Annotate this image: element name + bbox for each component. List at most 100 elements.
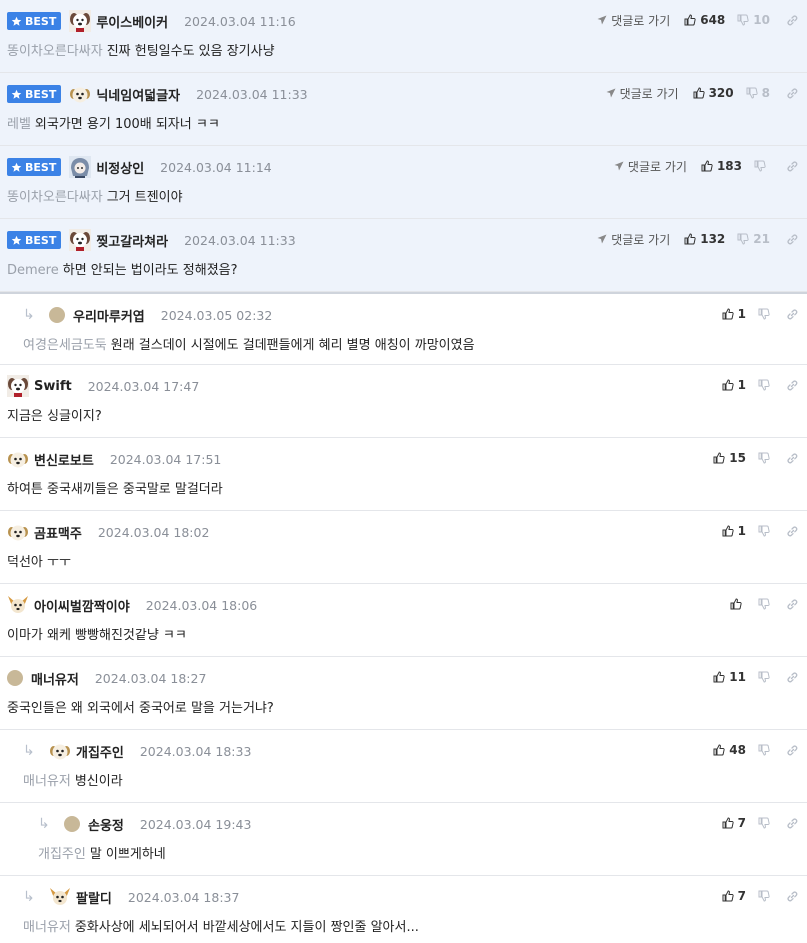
downvote-button[interactable]	[758, 308, 770, 320]
user-nickname[interactable]: 개집주인	[76, 742, 124, 761]
share-link-icon[interactable]	[786, 233, 799, 246]
send-icon	[597, 15, 607, 25]
comment-body: 레벨 외국가면 용기 100배 되자너 ㅋㅋ	[7, 113, 220, 132]
user-nickname[interactable]: 루이스베이커	[96, 12, 168, 31]
user-nickname[interactable]: 아이씨벌깜짝이야	[34, 596, 130, 615]
upvote-button[interactable]: 15	[713, 451, 746, 465]
puppy-avatar-icon[interactable]	[7, 448, 29, 470]
comment-actions: 댓글로 가기 132 21	[597, 228, 799, 250]
downvote-button[interactable]	[758, 525, 770, 537]
upvote-count: 7	[737, 816, 746, 830]
comment-meta: 매너유저 2024.03.04 18:27	[7, 667, 206, 689]
downvote-button[interactable]	[754, 160, 770, 172]
downvote-button[interactable]	[758, 452, 770, 464]
share-link-icon[interactable]	[786, 14, 799, 27]
upvote-button[interactable]: 1	[722, 378, 746, 392]
anime-avatar-icon[interactable]	[69, 156, 92, 178]
downvote-button[interactable]: 21	[737, 232, 770, 246]
upvote-button[interactable]: 648	[684, 13, 725, 27]
upvote-button[interactable]: 11	[713, 670, 746, 684]
upvote-button[interactable]: 7	[722, 889, 746, 903]
share-link-icon[interactable]	[786, 525, 799, 538]
share-link-icon[interactable]	[786, 87, 799, 100]
best-badge: BEST	[7, 12, 62, 30]
upvote-button[interactable]: 320	[693, 86, 734, 100]
avatar-dot-icon[interactable]	[64, 816, 80, 832]
comment-text: 진짜 헌팅일수도 있음 장기사냥	[106, 44, 275, 59]
comment-meta: BEST 찢고갈라쳐라 2024.03.04 11:33	[7, 229, 296, 251]
reply-target-nickname[interactable]: 매너유저	[23, 920, 71, 935]
downvote-button[interactable]: 8	[746, 86, 770, 100]
reply-target-nickname[interactable]: 개집주인	[38, 847, 86, 862]
avatar-dot-icon[interactable]	[49, 307, 65, 323]
user-nickname[interactable]: 매너유저	[31, 669, 79, 688]
user-nickname[interactable]: 비정상인	[96, 158, 144, 177]
share-link-icon[interactable]	[786, 379, 799, 392]
upvote-button[interactable]	[730, 598, 746, 610]
thumbs-up-icon	[684, 14, 696, 26]
comment: Swift 2024.03.04 17:47 지금은 싱글이지? 1	[0, 365, 807, 438]
upvote-button[interactable]: 1	[722, 524, 746, 538]
avatar-dot-icon[interactable]	[7, 670, 23, 686]
goto-comment-link[interactable]: 댓글로 가기	[606, 85, 679, 102]
user-nickname[interactable]: 찢고갈라쳐라	[96, 231, 168, 250]
goto-comment-link[interactable]: 댓글로 가기	[597, 231, 670, 248]
thumbs-up-icon	[722, 379, 734, 391]
share-link-icon[interactable]	[786, 598, 799, 611]
user-nickname[interactable]: 손웅정	[88, 815, 124, 834]
puppy-avatar-icon[interactable]	[7, 521, 29, 543]
comment-meta: Swift 2024.03.04 17:47	[7, 375, 199, 397]
upvote-button[interactable]: 7	[722, 816, 746, 830]
user-nickname[interactable]: 변신로보트	[34, 450, 94, 469]
comment-date: 2024.03.04 11:33	[196, 86, 308, 102]
user-nickname[interactable]: 우리마루커엽	[73, 306, 145, 325]
reply-target-nickname[interactable]: Demere	[7, 263, 59, 278]
dog-avatar-icon[interactable]	[7, 375, 29, 397]
comment-date: 2024.03.04 18:27	[94, 670, 207, 686]
reply-target-nickname[interactable]: 매너유저	[23, 774, 71, 789]
downvote-button[interactable]: 10	[737, 13, 770, 27]
dog-avatar-icon[interactable]	[69, 10, 92, 32]
reply-target-nickname[interactable]: 여경은세금도둑	[23, 338, 107, 353]
user-nickname[interactable]: 팔랄디	[76, 888, 112, 907]
share-link-icon[interactable]	[786, 308, 799, 321]
chihuahua-avatar-icon[interactable]	[49, 886, 71, 908]
downvote-button[interactable]	[758, 598, 770, 610]
goto-comment-link[interactable]: 댓글로 가기	[614, 158, 687, 175]
downvote-button[interactable]	[758, 890, 770, 902]
reply-target-nickname[interactable]: 똥이차오른다싸자	[7, 44, 103, 59]
dog-avatar-icon[interactable]	[69, 229, 92, 251]
reply-target-nickname[interactable]: 레벨	[7, 117, 31, 132]
upvote-count: 48	[729, 743, 746, 757]
puppy-avatar-icon[interactable]	[49, 740, 71, 762]
upvote-count: 183	[716, 159, 742, 173]
comment-actions: 7	[722, 812, 799, 834]
share-link-icon[interactable]	[786, 160, 799, 173]
user-nickname[interactable]: 닉네임여덟글자	[96, 85, 180, 104]
thumbs-down-icon	[758, 598, 770, 610]
upvote-button[interactable]: 1	[722, 307, 746, 321]
upvote-button[interactable]: 132	[684, 232, 725, 246]
downvote-button[interactable]	[758, 379, 770, 391]
share-link-icon[interactable]	[786, 671, 799, 684]
downvote-button[interactable]	[758, 744, 770, 756]
downvote-button[interactable]	[758, 817, 770, 829]
comment-actions: 15	[713, 447, 799, 469]
share-link-icon[interactable]	[786, 452, 799, 465]
user-nickname[interactable]: 곰표맥주	[34, 523, 82, 542]
chihuahua-avatar-icon[interactable]	[7, 594, 29, 616]
star-icon	[11, 162, 22, 173]
reply-arrow-icon: ↳	[23, 743, 35, 759]
goto-comment-link[interactable]: 댓글로 가기	[597, 12, 670, 29]
puppy-avatar-icon[interactable]	[69, 83, 91, 105]
comment-meta: BEST 루이스베이커 2024.03.04 11:16	[7, 10, 296, 32]
share-link-icon[interactable]	[786, 817, 799, 830]
share-link-icon[interactable]	[786, 890, 799, 903]
user-nickname[interactable]: Swift	[34, 379, 72, 394]
comment-date: 2024.03.05 02:32	[160, 307, 273, 323]
share-link-icon[interactable]	[786, 744, 799, 757]
reply-target-nickname[interactable]: 똥이차오른다싸자	[7, 190, 103, 205]
upvote-button[interactable]: 48	[713, 743, 746, 757]
downvote-button[interactable]	[758, 671, 770, 683]
upvote-button[interactable]: 183	[701, 159, 742, 173]
